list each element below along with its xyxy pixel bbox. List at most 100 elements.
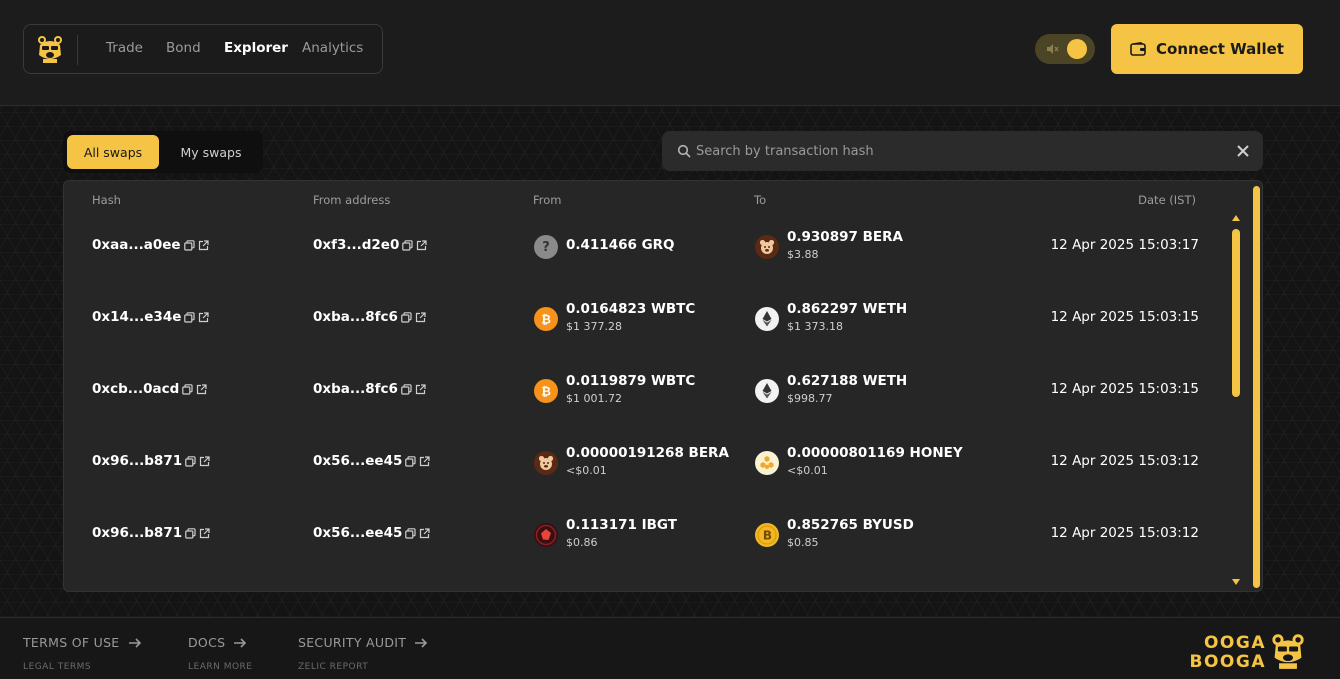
external-link-icon[interactable] [419,455,430,467]
date-cell: 12 Apr 2025 15:03:12 [1050,453,1199,469]
copy-icon[interactable] [183,239,195,251]
from-address-link[interactable]: 0xba...8fc6 [313,309,398,325]
table-row[interactable]: 0x14...e34e 0xba...8fc6 ₿ 0.0164823 WBTC… [64,283,1229,355]
svg-text:₿: ₿ [541,385,551,399]
bera-token-icon [534,451,558,475]
connect-wallet-button[interactable]: Connect Wallet [1111,24,1303,74]
column-header-date: Date (IST) [1138,193,1196,207]
footer-docs-label: DOCS [188,635,226,650]
tx-hash-link[interactable]: 0xaa...a0ee [92,237,181,253]
search-bar [662,131,1263,171]
copy-icon[interactable] [185,527,196,539]
from-usd-value: $1 377.28 [566,320,622,333]
from-amount: 0.00000191268 BERA [566,445,729,461]
copy-icon[interactable] [405,527,416,539]
tx-hash-link[interactable]: 0x96...b871 [92,453,182,469]
hash-cell: 0x96...b871 [92,453,210,469]
bear-logo-icon[interactable] [34,33,66,65]
copy-icon[interactable] [405,455,416,467]
wallet-icon [1130,42,1146,56]
from-usd-value: $0.86 [566,536,598,549]
to-amount: 0.627188 WETH [787,373,908,389]
close-icon[interactable] [1235,143,1251,159]
nav-bond[interactable]: Bond [166,40,201,56]
brand-line-2: BOOGA [1189,652,1266,672]
external-link-icon[interactable] [415,311,426,323]
footer: TERMS OF USE LEGAL TERMS DOCS LEARN MORE… [0,617,1340,679]
external-link-icon[interactable] [199,527,210,539]
from-address-cell: 0xf3...d2e0 [313,237,427,253]
wbtc-token-icon: ₿ [534,379,558,403]
brand-wordmark: OOGA BOOGA [1188,634,1266,672]
table-row[interactable]: 0x96...b871 0x56...ee45 0.113171 IBGT $0… [64,499,1229,571]
from-address-link[interactable]: 0xba...8fc6 [313,381,398,397]
copy-icon[interactable] [401,383,412,395]
table-row[interactable]: 0x96...b871 0x56...ee45 0.00000191268 BE… [64,427,1229,499]
footer-docs-link[interactable]: DOCS [188,635,247,650]
external-link-icon[interactable] [198,311,209,323]
nav-analytics[interactable]: Analytics [302,40,363,56]
copy-icon[interactable] [401,311,412,323]
from-amount: 0.113171 IBGT [566,517,677,533]
connect-wallet-label: Connect Wallet [1156,40,1284,58]
external-link-icon[interactable] [415,383,426,395]
from-address-link[interactable]: 0xf3...d2e0 [313,237,399,253]
column-header-hash: Hash [92,193,121,207]
to-amount: 0.930897 BERA [787,229,903,245]
bear-logo-icon [1272,634,1304,669]
brand-line-1: OOGA [1203,633,1266,653]
weth-token-icon [755,379,779,403]
table-row[interactable]: 0xcb...0acd 0xba...8fc6 ₿ 0.0119879 WBTC… [64,355,1229,427]
footer-docs-sub: LEARN MORE [188,662,253,672]
date-cell: 12 Apr 2025 15:03:17 [1050,237,1199,253]
copy-icon[interactable] [184,311,195,323]
tx-hash-link[interactable]: 0xcb...0acd [92,381,179,397]
byusd-token-icon: B [755,523,779,547]
from-address-cell: 0xba...8fc6 [313,381,426,397]
from-amount: 0.411466 GRQ [566,237,675,253]
from-address-link[interactable]: 0x56...ee45 [313,453,402,469]
external-link-icon[interactable] [196,383,207,395]
search-input[interactable] [696,131,1216,171]
sound-toggle[interactable] [1035,34,1095,64]
nav-trade[interactable]: Trade [106,40,143,56]
unknown-token-icon: ? [534,235,558,259]
external-link-icon[interactable] [199,455,210,467]
footer-audit-link[interactable]: SECURITY AUDIT [298,635,428,650]
tx-hash-link[interactable]: 0x14...e34e [92,309,181,325]
tab-all-swaps[interactable]: All swaps [67,135,159,169]
date-cell: 12 Apr 2025 15:03:12 [1050,525,1199,541]
copy-icon[interactable] [185,455,196,467]
footer-terms-link[interactable]: TERMS OF USE [23,635,142,650]
nav-divider [77,35,78,65]
copy-icon[interactable] [402,239,413,251]
scroll-up-icon[interactable] [1232,215,1240,221]
from-usd-value: $1 001.72 [566,392,622,405]
hash-cell: 0x14...e34e [92,309,209,325]
svg-text:B: B [763,529,772,543]
nav-explorer[interactable]: Explorer [224,40,288,56]
external-link-icon[interactable] [198,239,209,251]
table-scrollbar[interactable] [1229,213,1243,589]
svg-text:₿: ₿ [541,313,551,327]
tab-my-swaps[interactable]: My swaps [163,135,259,169]
column-header-to: To [754,193,767,207]
table-row[interactable]: 0xaa...a0ee 0xf3...d2e0 ? 0.411466 GRQ 0… [64,211,1229,283]
scroll-down-icon[interactable] [1232,579,1240,585]
hash-cell: 0xaa...a0ee [92,237,209,253]
from-address-cell: 0x56...ee45 [313,453,430,469]
honey-token-icon [755,451,779,475]
external-link-icon[interactable] [419,527,430,539]
search-icon [677,144,691,158]
date-cell: 12 Apr 2025 15:03:15 [1050,381,1199,397]
external-link-icon[interactable] [416,239,427,251]
column-header-from-address: From address [313,193,391,207]
to-amount: 0.862297 WETH [787,301,908,317]
from-address-link[interactable]: 0x56...ee45 [313,525,402,541]
copy-icon[interactable] [182,383,193,395]
arrow-right-icon [415,637,428,648]
scroll-thumb[interactable] [1232,229,1240,397]
hash-cell: 0x96...b871 [92,525,210,541]
to-amount: 0.852765 BYUSD [787,517,914,533]
tx-hash-link[interactable]: 0x96...b871 [92,525,182,541]
